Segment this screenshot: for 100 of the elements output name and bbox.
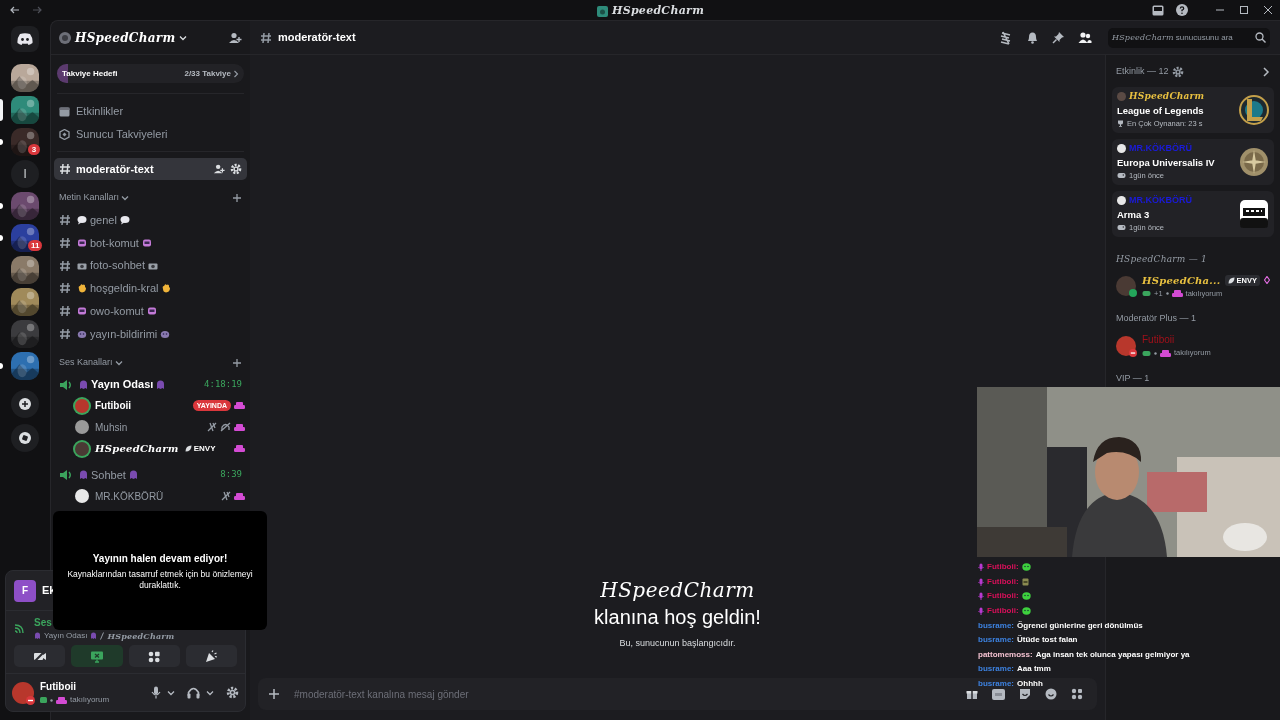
- popup-message: Kaynaklarından tasarruf etmek için bu önizlemeyi duraklattık.: [66, 568, 254, 591]
- screen-button[interactable]: [71, 645, 123, 667]
- close-icon[interactable]: [1262, 4, 1274, 16]
- couch-icon: [234, 444, 245, 454]
- calendar-icon: [59, 105, 70, 117]
- channel-item[interactable]: hoşgeldin-kral: [54, 277, 247, 300]
- voice-channel-name: Yayın Odası: [44, 629, 88, 642]
- controller-icon: [1142, 290, 1151, 297]
- voice-user[interactable]: HSpeedCharm ENVY: [73, 438, 247, 460]
- message-field[interactable]: #moderatör-text kanalına mesaj gönder: [294, 686, 952, 702]
- speaker-icon: [59, 378, 73, 391]
- add-member-icon[interactable]: [213, 163, 225, 175]
- waving-hand-icon: [161, 283, 172, 294]
- channel-item[interactable]: bot-komut: [54, 231, 247, 255]
- plus-icon[interactable]: [232, 358, 242, 369]
- game-title: Europa Universalis IV: [1117, 155, 1216, 170]
- chat-username: Futiboii:: [987, 590, 1019, 603]
- discover-button[interactable]: [11, 424, 39, 452]
- soundboard-button[interactable]: [185, 645, 237, 667]
- popup-title: Yayının halen devam ediyor!: [92, 551, 228, 566]
- dot-icon: [1154, 351, 1157, 355]
- headphones-icon[interactable]: [187, 686, 200, 699]
- chevron-right-icon[interactable]: [233, 68, 239, 79]
- voice-user[interactable]: Muhsin: [73, 416, 247, 439]
- active-channel[interactable]: moderatör-text: [54, 158, 247, 180]
- activity-username: HSpeedCharm: [1129, 90, 1205, 103]
- home-button[interactable]: [11, 26, 39, 52]
- channel-item[interactable]: owo-komut: [54, 299, 247, 323]
- frog-emote-icon: [1021, 592, 1031, 601]
- category-header[interactable]: Ses Kanalları: [59, 356, 123, 370]
- camera-button[interactable]: [14, 645, 66, 667]
- boost-goal-bar[interactable]: Takviye Hedefi 2/33 Takviye: [57, 64, 244, 83]
- members-icon[interactable]: [1078, 31, 1092, 44]
- apps-icon[interactable]: [1071, 688, 1083, 700]
- voice-server-name: HSpeedCharm: [107, 629, 175, 642]
- soundboard-icon: [204, 649, 219, 663]
- slash-icon: [100, 631, 105, 640]
- sticker-icon[interactable]: [1019, 688, 1031, 700]
- activities-button[interactable]: [128, 645, 180, 667]
- couch-icon: [234, 422, 245, 432]
- settings-icon[interactable]: [1171, 65, 1184, 78]
- maximize-icon[interactable]: [1238, 4, 1250, 16]
- microphone-icon[interactable]: [151, 686, 161, 699]
- avatar: [12, 681, 34, 704]
- plus-icon: [19, 398, 31, 410]
- hash-icon: [59, 327, 71, 340]
- ghost-icon: [128, 470, 138, 481]
- category-header[interactable]: Metin Kanalları: [59, 191, 130, 205]
- member-name: Futiboii: [1142, 333, 1175, 348]
- voice-user[interactable]: MR.KÖKBÖRÜ: [73, 485, 247, 508]
- back-arrow-icon[interactable]: [10, 6, 20, 14]
- add-member-icon[interactable]: [228, 31, 242, 44]
- role-heading: Moderatör Plus — 1: [1115, 312, 1198, 325]
- plus-icon[interactable]: [268, 688, 280, 700]
- robot-icon: [77, 238, 87, 249]
- pin-icon[interactable]: [1052, 31, 1065, 44]
- couch-icon: [234, 491, 245, 501]
- compass-icon: [19, 432, 31, 444]
- welcome-subtitle: Bu, sunucunun başlangıcıdır.: [619, 636, 736, 650]
- controller-icon: [1117, 223, 1126, 231]
- chat-message: Aaa tmm: [1017, 663, 1051, 676]
- emoji-icon[interactable]: [1045, 688, 1057, 700]
- frog-emote-icon: [1021, 563, 1031, 572]
- chevron-right-icon[interactable]: [1262, 66, 1270, 77]
- server-icon[interactable]: l: [11, 160, 39, 188]
- settings-icon[interactable]: [226, 686, 239, 699]
- game-icon: [1239, 146, 1269, 177]
- channel-item[interactable]: yayın-bildirimi: [54, 322, 247, 346]
- chat-username: busrame:: [978, 634, 1014, 647]
- add-server-button[interactable]: [11, 390, 39, 418]
- chevron-down-icon: [167, 688, 175, 697]
- dot-icon: [50, 698, 53, 702]
- help-icon[interactable]: [1176, 4, 1188, 16]
- channel-item[interactable]: foto-sohbet: [54, 254, 247, 278]
- search-field[interactable]: HSpeedCharm sunucusunu ara: [1108, 27, 1270, 48]
- chat-logo-icon: [17, 33, 33, 45]
- app-icon: F: [14, 579, 36, 602]
- channel-item[interactable]: genel: [54, 209, 247, 232]
- sidebar-link[interactable]: Sunucu Takviyeleri: [57, 125, 244, 143]
- bell-icon[interactable]: [1026, 31, 1039, 44]
- chevron-down-icon: [114, 359, 123, 368]
- threads-icon[interactable]: [999, 30, 1013, 45]
- speech-bubble-icon: [119, 215, 130, 226]
- sticker-emote-icon: [1021, 577, 1029, 586]
- gif-icon[interactable]: [992, 688, 1005, 700]
- inbox-icon[interactable]: [1152, 4, 1164, 16]
- plus-icon[interactable]: [232, 193, 242, 203]
- voice-channel[interactable]: Yayın Odası 4:18:19: [54, 374, 247, 396]
- hash-icon: [59, 282, 71, 295]
- apps-icon: [147, 649, 162, 663]
- voice-channel[interactable]: Sohbet 8:39: [54, 464, 247, 486]
- sidebar-link[interactable]: Etkinlikler: [57, 102, 244, 120]
- game-title: Arma 3: [1117, 207, 1151, 222]
- gift-icon[interactable]: [966, 688, 978, 700]
- server-name-button[interactable]: HSpeedCharm: [59, 28, 188, 47]
- dot-icon: [1165, 292, 1169, 295]
- game-title: League of Legends: [1117, 103, 1205, 118]
- game-status-icon: [40, 697, 47, 703]
- boost-goal-label: Takviye Hedefi: [62, 67, 118, 80]
- robot-icon: [141, 238, 152, 249]
